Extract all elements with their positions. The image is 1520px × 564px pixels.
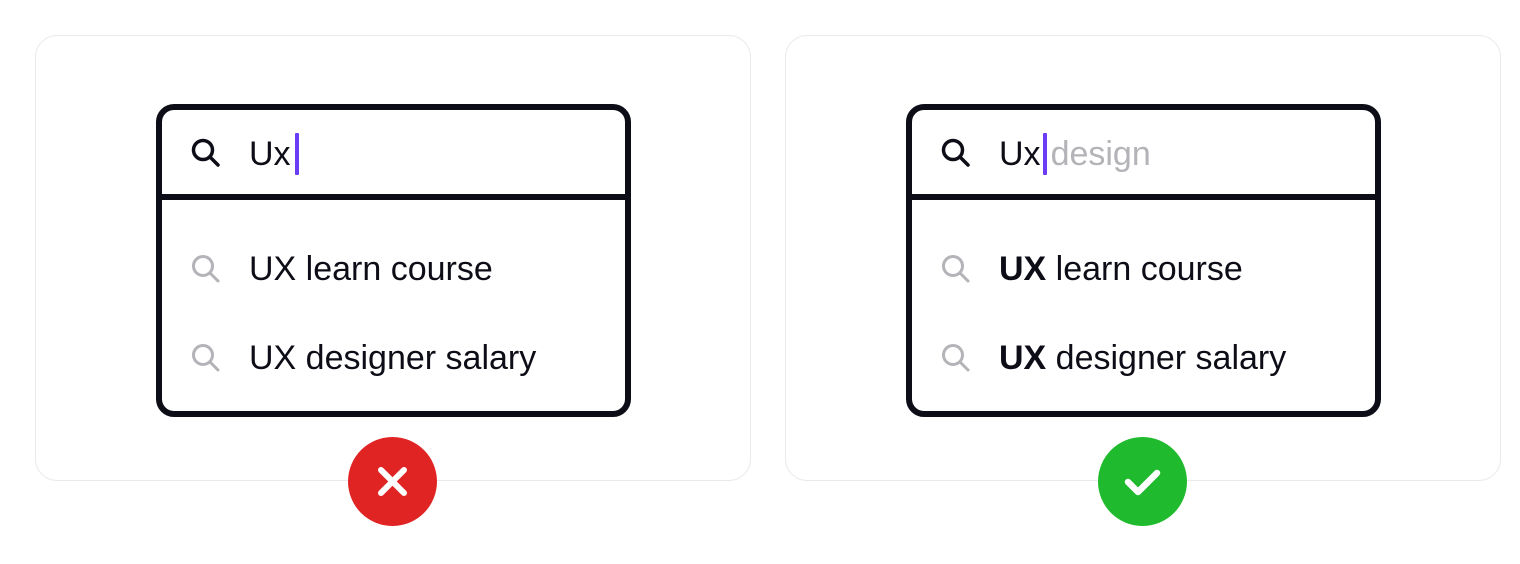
search-input[interactable]: Ux: [162, 110, 625, 200]
suggestion-item[interactable]: UX designer salary: [162, 328, 625, 388]
suggestion-label: UX designer salary: [999, 336, 1286, 380]
suggestion-item[interactable]: UX learn course: [162, 239, 625, 299]
suggestion-label: UX designer salary: [249, 339, 537, 377]
matched-text: UX: [999, 250, 1047, 288]
suggestion-item[interactable]: UX learn course: [912, 239, 1375, 299]
incorrect-badge: [348, 437, 437, 526]
suggestion-item[interactable]: UX designer salary: [912, 328, 1375, 388]
suggestion-rest: learn course: [1046, 250, 1243, 288]
search-dropdown: Ux UX learn course UX designer salary: [156, 104, 631, 417]
search-dropdown: Ux design UX learn course UX designer sa…: [906, 104, 1381, 417]
correct-badge: [1098, 437, 1187, 526]
good-example-panel: Ux design UX learn course UX designer sa…: [785, 35, 1501, 481]
suggestion-rest: designer salary: [1046, 339, 1287, 377]
search-query: Ux design: [999, 132, 1151, 176]
typed-text: Ux: [249, 135, 291, 173]
search-icon: [942, 344, 970, 372]
search-icon: [941, 138, 970, 167]
typed-text: Ux: [999, 135, 1041, 173]
search-icon: [942, 255, 970, 283]
matched-text: UX: [999, 339, 1047, 377]
search-icon: [192, 344, 220, 372]
autocomplete-hint: design: [1050, 135, 1151, 173]
suggestion-label: UX learn course: [249, 250, 493, 288]
text-caret: [294, 133, 299, 175]
search-icon: [191, 138, 220, 167]
search-icon: [192, 255, 220, 283]
checkmark-icon: [1124, 469, 1161, 496]
close-icon: [378, 467, 407, 496]
text-caret: [1042, 133, 1047, 175]
search-query: Ux: [249, 132, 299, 176]
search-input[interactable]: Ux design: [912, 110, 1375, 200]
suggestion-label: UX learn course: [999, 247, 1243, 291]
bad-example-panel: Ux UX learn course UX designer salary: [35, 35, 751, 481]
